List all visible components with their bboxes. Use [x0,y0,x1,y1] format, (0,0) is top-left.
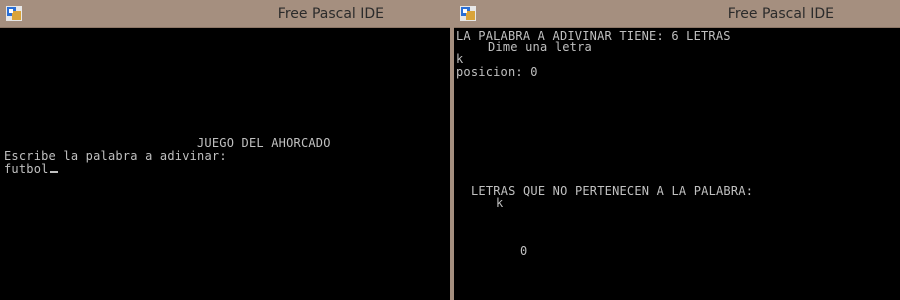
right-console[interactable]: LA PALABRA A ADIVINAR TIENE: 6 LETRAS Di… [454,29,900,300]
left-console[interactable]: JUEGO DEL AHORCADO Escribe la palabra a … [0,29,450,300]
left-title-bar[interactable]: Free Pascal IDE [0,0,450,28]
wrong-letters-label: LETRAS QUE NO PERTENECEN A LA PALABRA: [471,184,754,198]
wrong-letters-list: k [496,196,504,210]
word-input-line[interactable]: futbol [4,163,58,175]
text-cursor [49,171,58,173]
ask-letter-line: Dime una letra [488,40,592,54]
window-title: Free Pascal IDE [727,6,834,22]
entered-letter: k [456,52,464,66]
right-ide-window: Free Pascal IDE LA PALABRA A ADIVINAR TI… [454,0,900,300]
left-ide-window: Free Pascal IDE JUEGO DEL AHORCADO Escri… [0,0,450,300]
free-pascal-ide-icon[interactable] [6,6,22,21]
position-line: posicion: 0 [456,65,538,79]
word-prompt: Escribe la palabra a adivinar: [4,149,227,163]
word-input-value: futbol [4,162,49,176]
right-title-bar[interactable]: Free Pascal IDE [454,0,900,28]
free-pascal-ide-icon[interactable] [460,6,476,21]
game-heading: JUEGO DEL AHORCADO [197,136,331,150]
error-counter: 0 [520,244,528,258]
window-title: Free Pascal IDE [277,6,384,22]
